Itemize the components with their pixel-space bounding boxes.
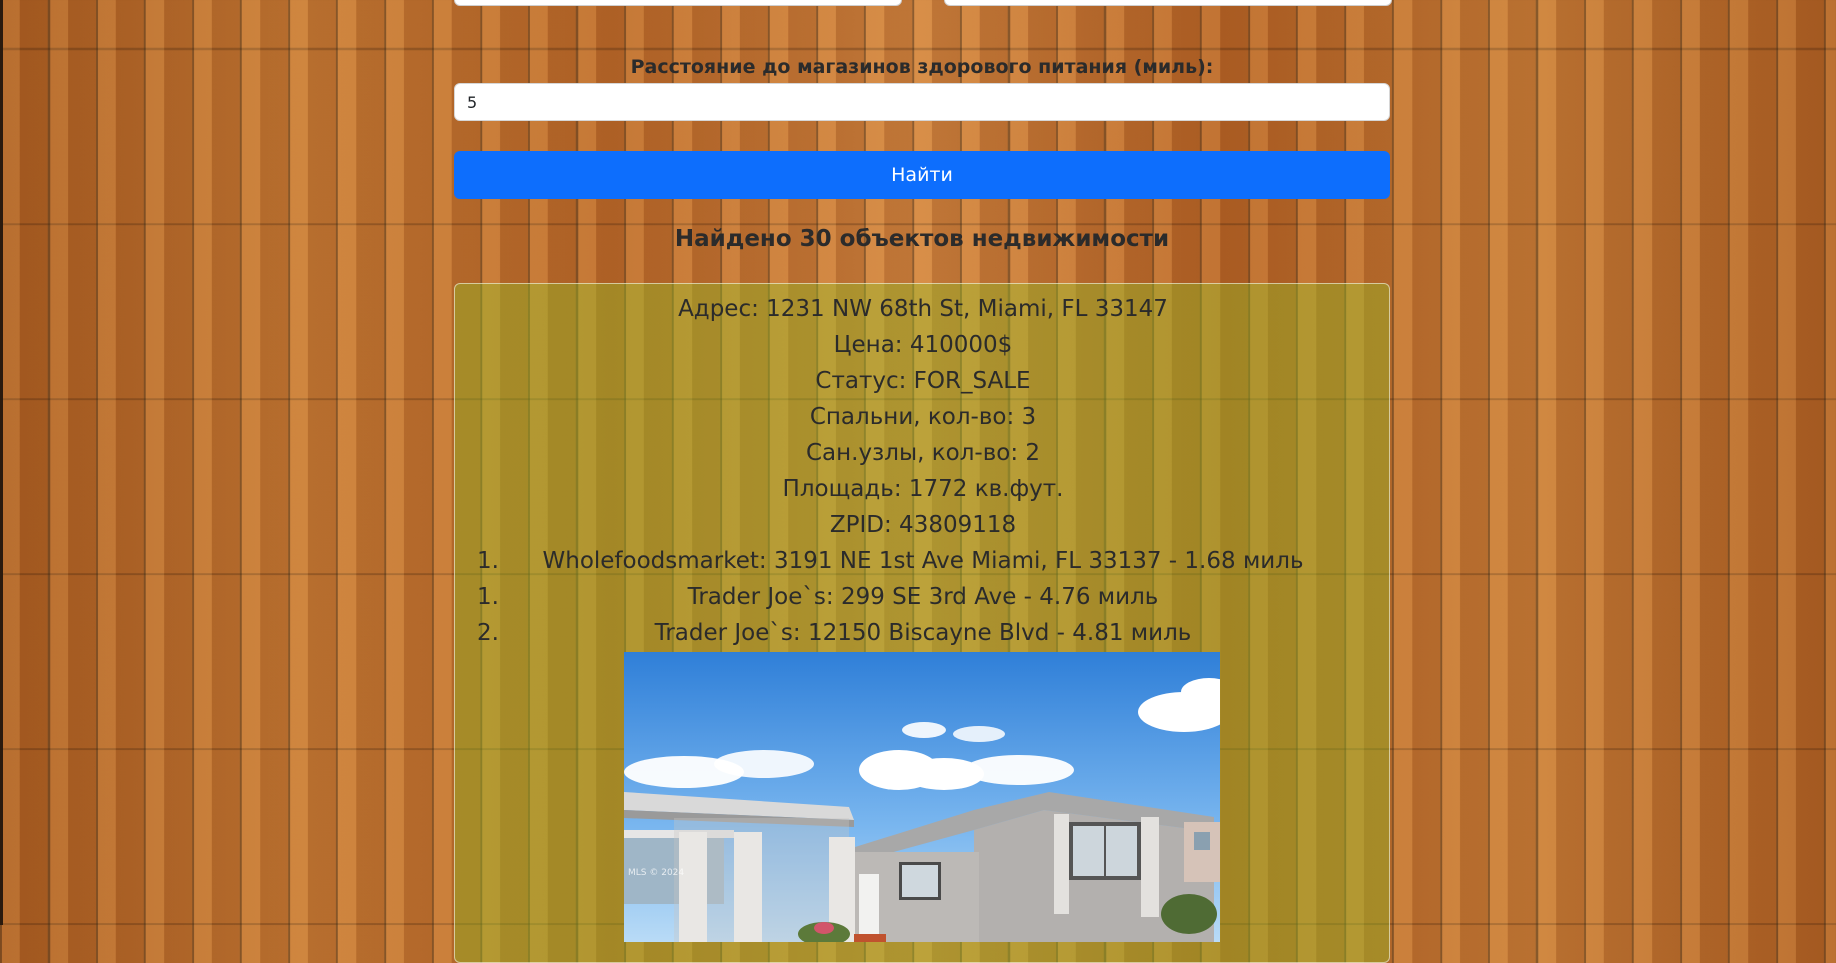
store-number: 1. <box>477 548 499 574</box>
property-bathrooms: Сан.узлы, кол-во: 2 <box>805 440 1041 466</box>
results-count-heading: Найдено 30 объектов недвижимости <box>674 226 1170 252</box>
photo-watermark: MLS © 2024 <box>628 868 684 878</box>
filter-input-right[interactable] <box>944 0 1392 6</box>
store-item: 1. Trader Joe`s: 299 SE 3rd Ave - 4.76 м… <box>455 582 1391 612</box>
store-text: Trader Joe`s: 12150 Biscayne Blvd - 4.81… <box>654 620 1192 646</box>
store-number: 2. <box>477 620 499 646</box>
store-text: Wholefoodsmarket: 3191 NE 1st Ave Miami,… <box>542 548 1304 574</box>
store-item: 1. Wholefoodsmarket: 3191 NE 1st Ave Mia… <box>455 546 1391 576</box>
property-photo: MLS © 2024 <box>624 652 1220 942</box>
store-item: 2. Trader Joe`s: 12150 Biscayne Blvd - 4… <box>455 618 1391 648</box>
property-status: Статус: FOR_SALE <box>815 368 1031 394</box>
filter-input-left[interactable] <box>454 0 902 6</box>
store-number: 1. <box>477 584 499 610</box>
property-bedrooms: Спальни, кол-во: 3 <box>809 404 1037 430</box>
page-edge <box>0 0 3 925</box>
distance-input[interactable] <box>454 83 1390 121</box>
store-text: Trader Joe`s: 299 SE 3rd Ave - 4.76 миль <box>687 584 1159 610</box>
distance-label: Расстояние до магазинов здорового питани… <box>630 56 1214 78</box>
search-button[interactable]: Найти <box>454 151 1390 199</box>
property-area: Площадь: 1772 кв.фут. <box>782 476 1064 502</box>
property-price: Цена: 410000$ <box>833 332 1013 358</box>
property-zpid: ZPID: 43809118 <box>829 512 1017 538</box>
property-address: Адрес: 1231 NW 68th St, Miami, FL 33147 <box>678 296 1168 322</box>
